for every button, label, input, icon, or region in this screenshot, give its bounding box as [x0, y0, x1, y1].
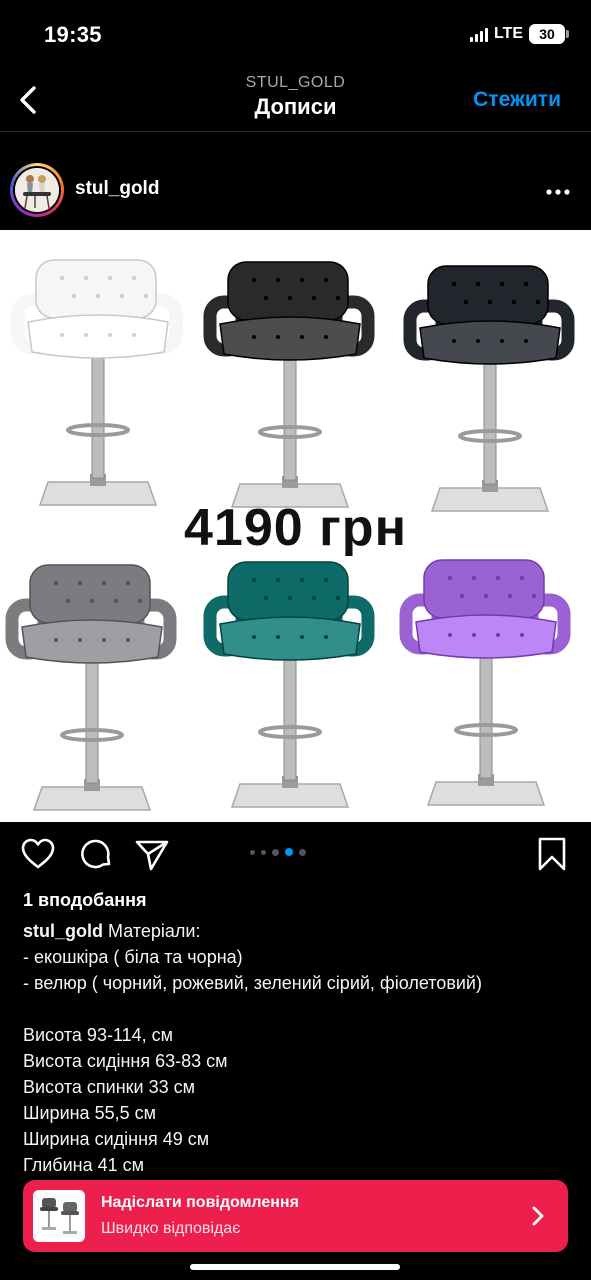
product-thumbnail — [33, 1190, 85, 1242]
chair-3 — [403, 265, 575, 512]
caption-body: - екошкіра ( біла та чорна) - велюр ( чор… — [23, 944, 578, 1178]
avatar[interactable] — [10, 163, 64, 217]
status-bar: 19:35 LTE 30 — [0, 0, 591, 66]
heart-icon[interactable] — [20, 836, 56, 872]
caption-line: Ширина сидіння 49 см — [23, 1129, 210, 1149]
caption-line — [23, 996, 578, 1022]
caption-username[interactable]: stul_gold — [23, 921, 103, 941]
action-bar — [0, 836, 591, 876]
carousel-dot — [299, 848, 306, 856]
send-message-banner[interactable]: Надіслати повідомлення Швидко відповідає — [23, 1180, 568, 1252]
more-horizontal-icon[interactable] — [545, 182, 571, 202]
post-caption: stul_gold Матеріали: - екошкіра ( біла т… — [23, 918, 578, 1178]
post-username[interactable]: stul_gold — [75, 178, 159, 200]
battery-icon: 30 — [529, 24, 569, 44]
nav-bar: STUL_GOLD Дописи Стежити — [0, 66, 591, 132]
cta-title: Надіслати повідомлення — [101, 1194, 299, 1211]
carousel-dot — [272, 848, 279, 856]
caption-line: - екошкіра ( біла та чорна) — [23, 947, 243, 967]
caption-first-line: Матеріали: — [108, 921, 201, 941]
caption-line: Висота спинки 33 см — [23, 1077, 196, 1097]
network-label: LTE — [493, 25, 523, 42]
status-indicators: LTE 30 — [469, 24, 569, 44]
cta-subtitle: Швидко відповідає — [101, 1220, 241, 1237]
chair-6 — [399, 559, 571, 806]
post-header: stul_gold — [0, 132, 591, 230]
carousel-dot-active — [285, 848, 293, 856]
likes-count[interactable]: 1 вподобання — [23, 890, 147, 911]
carousel-dot — [250, 849, 255, 855]
avatar-image — [15, 168, 59, 212]
share-icon[interactable] — [134, 836, 170, 872]
chevron-right-icon — [532, 1206, 544, 1226]
caption-line: Глибина 41 см — [23, 1155, 145, 1175]
price-label: 4190 грн — [184, 499, 407, 557]
caption-line: Висота сидіння 63-83 см — [23, 1051, 228, 1071]
comment-icon[interactable] — [78, 836, 114, 872]
chair-1 — [11, 259, 183, 506]
chair-5 — [203, 561, 375, 808]
follow-button[interactable]: Стежити — [473, 88, 561, 112]
carousel-indicator — [250, 848, 306, 856]
chair-4 — [5, 564, 177, 811]
bookmark-icon[interactable] — [534, 836, 570, 872]
home-indicator — [190, 1264, 400, 1270]
post-image[interactable]: 4190 грн — [0, 230, 591, 822]
signal-icon — [469, 26, 488, 42]
caption-line: Ширина 55,5 см — [23, 1103, 156, 1123]
caption-line: - велюр ( чорний, рожевий, зелений сірий… — [23, 973, 482, 993]
status-time: 19:35 — [44, 22, 102, 47]
chair-2 — [203, 261, 375, 508]
caption-line: Висота 93-114, см — [23, 1025, 174, 1045]
carousel-dot — [261, 849, 266, 855]
